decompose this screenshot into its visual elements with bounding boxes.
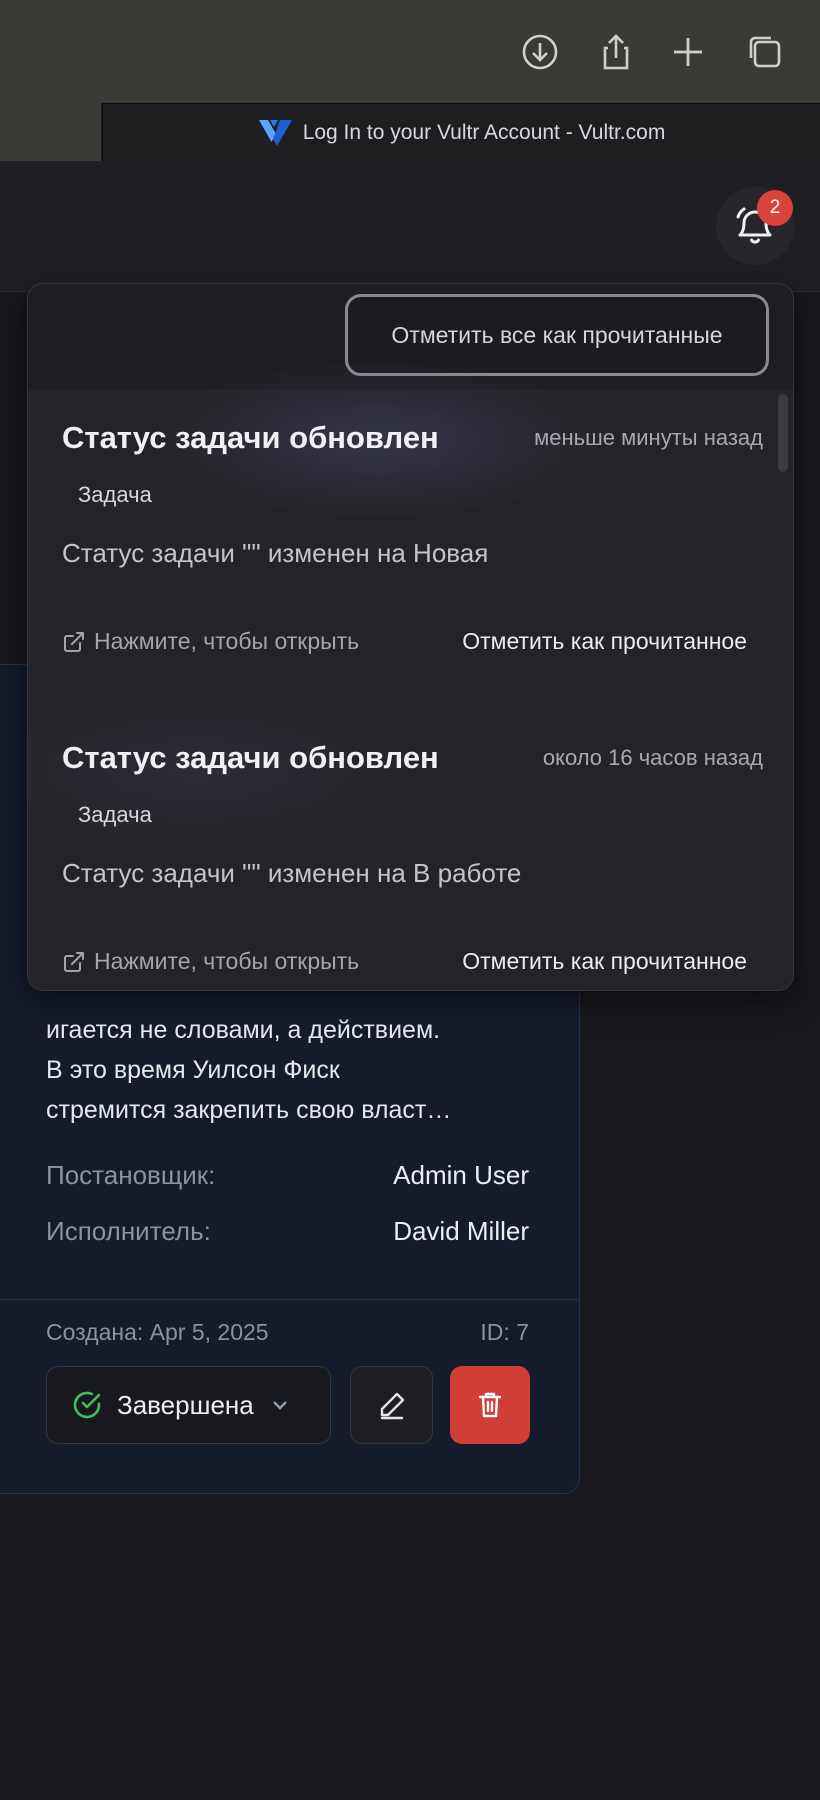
mark-read-button[interactable]: Отметить как прочитанное bbox=[462, 628, 747, 655]
task-description-line: В это время Уилсон Фиск bbox=[46, 1056, 340, 1084]
notification-count-badge: 2 bbox=[757, 190, 793, 226]
open-notification-link[interactable]: Нажмите, чтобы открыть bbox=[62, 948, 359, 975]
assignee-value: David Miller bbox=[393, 1216, 529, 1246]
created-date: Создана: Apr 5, 2025 bbox=[46, 1319, 269, 1345]
plus-icon[interactable] bbox=[666, 30, 710, 74]
tabs-icon[interactable] bbox=[743, 30, 787, 74]
notification-item[interactable]: Статус задачи обновлен около 16 часов на… bbox=[28, 690, 793, 990]
scrollbar-thumb[interactable] bbox=[778, 394, 788, 472]
tab-inactive[interactable] bbox=[0, 103, 101, 161]
trash-icon bbox=[478, 1392, 502, 1418]
notification-title: Статус задачи обновлен bbox=[62, 740, 439, 775]
edit-button[interactable] bbox=[350, 1366, 433, 1444]
open-notification-label: Нажмите, чтобы открыть bbox=[94, 948, 360, 974]
card-divider bbox=[0, 1299, 579, 1300]
reporter-value: Admin User bbox=[393, 1160, 529, 1190]
task-id: ID: 7 bbox=[480, 1319, 529, 1345]
download-icon[interactable] bbox=[518, 30, 562, 74]
browser-toolbar bbox=[0, 0, 820, 103]
status-value: Завершена bbox=[117, 1389, 254, 1420]
notification-time: меньше минуты назад bbox=[534, 425, 763, 450]
mark-read-button[interactable]: Отметить как прочитанное bbox=[462, 948, 747, 975]
status-select[interactable]: Завершена bbox=[46, 1366, 331, 1444]
notification-text: Статус задачи "" изменен на Новая bbox=[62, 538, 489, 568]
delete-button[interactable] bbox=[450, 1366, 530, 1444]
notification-tag: Задача bbox=[78, 802, 152, 827]
task-description-line: стремится закрепить свою власт… bbox=[46, 1096, 452, 1124]
reporter-label: Постановщик: bbox=[46, 1160, 216, 1190]
external-link-icon bbox=[64, 631, 84, 652]
pencil-icon bbox=[380, 1392, 404, 1420]
chevron-down-icon bbox=[272, 1401, 287, 1410]
task-description-line: игается не словами, а действием. bbox=[46, 1016, 441, 1044]
notification-text: Статус задачи "" изменен на В работе bbox=[62, 858, 522, 888]
notification-item[interactable]: Статус задачи обновлен меньше минуты наз… bbox=[28, 360, 793, 710]
open-notification-label: Нажмите, чтобы открыть bbox=[94, 628, 360, 654]
notification-title: Статус задачи обновлен bbox=[62, 420, 439, 455]
assignee-label: Исполнитель: bbox=[46, 1216, 211, 1246]
external-link-icon bbox=[64, 951, 84, 972]
notifications-dropdown: Отметить все как прочитанные Статус зада… bbox=[27, 283, 794, 991]
tab-strip: Log In to your Vultr Account - Vultr.com bbox=[0, 103, 820, 161]
open-notification-link[interactable]: Нажмите, чтобы открыть bbox=[62, 628, 359, 655]
tab-active[interactable]: Log In to your Vultr Account - Vultr.com bbox=[102, 103, 820, 161]
share-icon[interactable] bbox=[594, 30, 638, 74]
check-circle-icon bbox=[73, 1391, 101, 1419]
notification-tag: Задача bbox=[78, 482, 152, 507]
app-header bbox=[0, 161, 820, 292]
notification-time: около 16 часов назад bbox=[542, 745, 763, 770]
tab-title: Log In to your Vultr Account - Vultr.com bbox=[302, 121, 666, 144]
vultr-logo-icon bbox=[258, 120, 292, 146]
